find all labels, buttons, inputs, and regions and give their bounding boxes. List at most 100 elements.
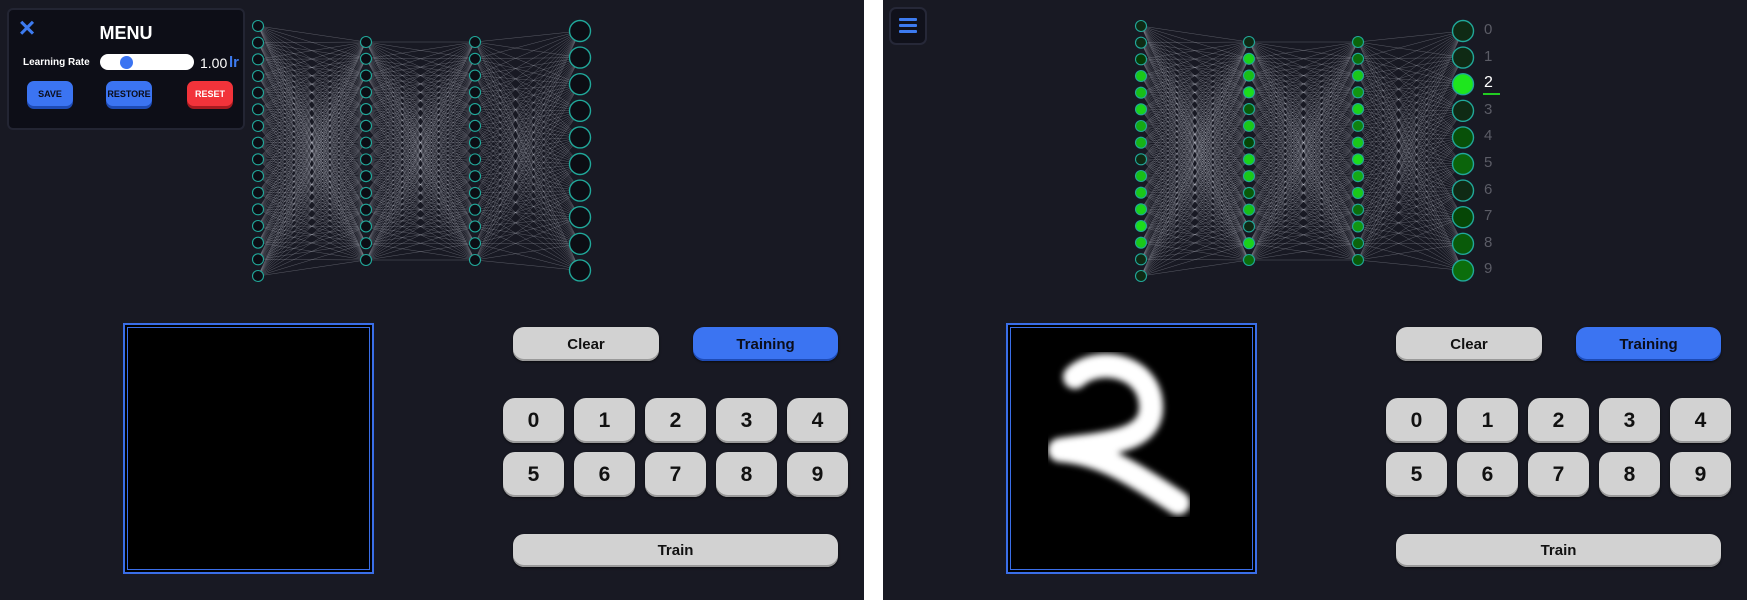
neuron-1-3 (1242, 86, 1256, 99)
neuron-0-3 (251, 69, 265, 83)
digit-button-1[interactable]: 1 (1457, 398, 1518, 443)
digit-button-3[interactable]: 3 (1599, 398, 1660, 443)
digit-button-5[interactable]: 5 (503, 452, 564, 497)
save-button[interactable]: SAVE (27, 81, 73, 106)
digit-button-0[interactable]: 0 (503, 398, 564, 443)
output-label-5: 5 (1484, 154, 1493, 171)
neuron-2-13 (468, 253, 482, 267)
neuron-2-3 (1351, 86, 1365, 99)
digit-button-9[interactable]: 9 (1670, 452, 1731, 497)
output-neuron-3-0 (568, 19, 592, 43)
output-neuron-3-1 (568, 46, 592, 69)
output-label-2: 2 (1484, 74, 1493, 92)
restore-button[interactable]: RESTORE (106, 81, 152, 106)
neuron-0-10 (1134, 186, 1148, 199)
left-app-panel: × MENU Learning Rate 1.00 lr SAVE RESTOR… (0, 0, 864, 600)
digit-button-8[interactable]: 8 (1599, 452, 1660, 497)
output-neuron-3-8 (1451, 232, 1475, 256)
digit-button-4[interactable]: 4 (1670, 398, 1731, 443)
output-neuron-3-3 (568, 99, 592, 123)
drawing-canvas[interactable] (123, 323, 374, 574)
neuron-1-13 (359, 253, 373, 267)
neuron-2-1 (468, 52, 482, 65)
neuron-2-1 (1351, 52, 1365, 65)
neuron-1-4 (359, 103, 373, 116)
output-neuron-3-4 (568, 126, 592, 149)
clear-button[interactable]: Clear (513, 327, 659, 361)
output-neuron-3-7 (568, 205, 592, 229)
digit-button-3[interactable]: 3 (716, 398, 777, 443)
output-neuron-3-7 (1451, 205, 1475, 229)
slider-thumb[interactable] (120, 56, 134, 69)
neuron-1-0 (1242, 35, 1256, 49)
training-toggle-button[interactable]: Training (693, 327, 838, 361)
learning-rate-slider[interactable] (100, 54, 194, 70)
digit-button-2[interactable]: 2 (645, 398, 706, 443)
output-neuron-3-0 (1451, 19, 1475, 43)
neuron-2-0 (468, 35, 482, 49)
neuron-0-6 (1134, 119, 1148, 133)
output-label-0: 0 (1484, 21, 1493, 38)
handwritten-digit (1048, 353, 1190, 515)
learning-rate-value: 1.00 (200, 55, 228, 71)
neuron-2-4 (1351, 103, 1365, 116)
neuron-2-10 (1351, 203, 1365, 216)
train-button[interactable]: Train (513, 534, 838, 567)
reset-button[interactable]: RESET (187, 81, 233, 106)
digit-button-7[interactable]: 7 (1528, 452, 1589, 497)
output-label-3: 3 (1484, 100, 1493, 118)
neuron-0-13 (251, 236, 265, 249)
digit-button-6[interactable]: 6 (574, 452, 635, 497)
digit-button-5[interactable]: 5 (1386, 452, 1447, 497)
drawing-canvas[interactable] (1006, 323, 1257, 574)
digit-button-0[interactable]: 0 (1386, 398, 1447, 443)
output-label-9: 9 (1484, 260, 1493, 278)
digit-button-4[interactable]: 4 (787, 398, 848, 443)
train-button[interactable]: Train (1396, 534, 1721, 567)
digit-button-2[interactable]: 2 (1528, 398, 1589, 443)
neuron-1-2 (359, 69, 373, 82)
neuron-0-9 (251, 169, 265, 183)
neuron-2-5 (1351, 119, 1365, 132)
neuron-2-3 (468, 86, 482, 99)
neuron-0-0 (1134, 19, 1148, 33)
neuron-1-3 (359, 86, 373, 99)
neuron-1-1 (1242, 52, 1256, 65)
neuron-0-10 (251, 186, 265, 199)
neuron-1-8 (359, 170, 373, 183)
neuron-0-15 (1134, 269, 1148, 283)
hamburger-icon[interactable] (889, 7, 927, 45)
digit-button-6[interactable]: 6 (1457, 452, 1518, 497)
neuron-0-5 (1134, 103, 1148, 116)
neuron-1-2 (1242, 69, 1256, 82)
neuron-1-11 (359, 220, 373, 233)
neuron-1-5 (359, 119, 373, 132)
neuron-0-6 (251, 119, 265, 133)
neuron-0-14 (1134, 253, 1148, 266)
digit-button-7[interactable]: 7 (645, 452, 706, 497)
neuron-1-13 (1242, 253, 1256, 267)
output-neuron-3-9 (1451, 259, 1475, 282)
neuron-1-12 (1242, 237, 1256, 250)
training-toggle-button[interactable]: Training (1576, 327, 1721, 361)
neuron-0-12 (251, 219, 265, 233)
menu-title: MENU (99, 23, 153, 43)
neuron-2-4 (468, 103, 482, 116)
neuron-1-5 (1242, 119, 1256, 132)
digit-button-1[interactable]: 1 (574, 398, 635, 443)
neuron-2-12 (1351, 237, 1365, 250)
output-neuron-3-6 (568, 179, 592, 202)
learning-rate-label: Learning Rate (23, 57, 90, 68)
neuron-0-8 (1134, 153, 1148, 166)
digit-button-9[interactable]: 9 (787, 452, 848, 497)
output-neuron-3-1 (1451, 46, 1475, 69)
neuron-1-7 (1242, 153, 1256, 166)
neuron-2-6 (468, 136, 482, 149)
neuron-1-9 (359, 186, 373, 199)
clear-button[interactable]: Clear (1396, 327, 1542, 361)
neuron-2-12 (468, 237, 482, 250)
neuron-1-0 (359, 35, 373, 49)
right-app-panel: Clear Training 0123456789 Train (883, 0, 1747, 600)
digit-button-8[interactable]: 8 (716, 452, 777, 497)
neuron-2-13 (1351, 253, 1365, 267)
